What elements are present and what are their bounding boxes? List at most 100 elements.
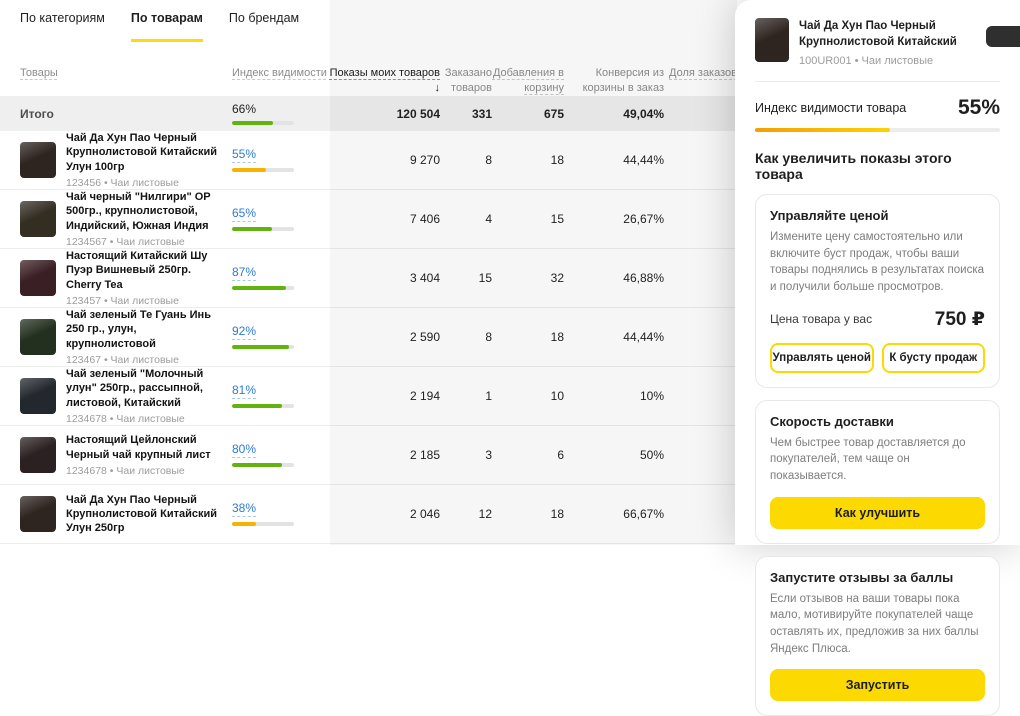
conversion-value: 46,88% [564,271,664,285]
visibility-bar [232,227,294,231]
ordered-value: 1 [440,389,492,403]
visibility-index-value: 55% [958,96,1000,120]
table-row[interactable]: Чай зеленый Те Гуань Инь 250 гр., улун, … [0,308,737,367]
added-header-label[interactable]: Добавления в корзину [493,67,564,94]
column-header-products[interactable]: Товары [20,66,232,81]
conversion-value: 50% [564,448,664,462]
price-row: Цена товара у вас 750 ₽ [770,308,985,331]
improve-delivery-button[interactable]: Как улучшить [770,497,985,529]
visibility-cell: 92% [232,325,328,348]
visibility-cell: 38% [232,502,328,525]
impressions-value: 9 270 [328,153,440,167]
impressions-value: 3 404 [328,271,440,285]
visibility-cell: 81% [232,384,328,407]
visibility-index-row: Индекс видимости товара 55% [755,96,1000,120]
visibility-link[interactable]: 38% [232,502,256,516]
column-header-conversion[interactable]: Конверсия из корзины в заказ [564,66,664,96]
product-title: Чай зеленый "Молочный улун" 250гр., расс… [66,367,220,410]
table-row[interactable]: Настоящий Китайский Шу Пуэр Вишневый 250… [0,249,737,308]
conversion-value: 44,44% [564,153,664,167]
visibility-link[interactable]: 65% [232,207,256,221]
visibility-link[interactable]: 80% [232,443,256,457]
visibility-link[interactable]: 81% [232,384,256,398]
table-row[interactable]: Чай Да Хун Пао Черный Крупнолистовой Кит… [0,131,737,190]
visibility-link[interactable]: 55% [232,148,256,162]
impressions-value: 2 185 [328,448,440,462]
product-details-panel: Чай Да Хун Пао Черный Крупнолистовой Кит… [735,0,1020,545]
table-header-row: Товары Индекс видимости Показы моих това… [0,54,737,96]
product-thumbnail [20,496,56,532]
panel-product-title: Чай Да Хун Пао Черный Крупнолистовой Кит… [799,18,960,51]
table-row[interactable]: Чай зеленый "Молочный улун" 250гр., расс… [0,367,737,426]
visibility-link[interactable]: 87% [232,266,256,280]
delivery-card: Скорость доставки Чем быстрее товар дост… [755,400,1000,544]
added-value: 10 [492,389,564,403]
products-header-label[interactable]: Товары [20,67,58,79]
reviews-card: Запустите отзывы за баллы Если отзывов н… [755,556,1000,716]
share-header-label[interactable]: Доля заказов [669,67,737,79]
column-header-ordered[interactable]: Заказано товаров [440,66,492,96]
total-impressions-value: 120 504 [328,107,440,121]
ordered-value: 12 [440,507,492,521]
panel-handle-button[interactable] [986,26,1020,47]
impressions-header-label[interactable]: Показы моих товаров [330,67,440,79]
visibility-cell: 80% [232,443,328,466]
tab-by-categories[interactable]: По категориям [20,11,105,42]
start-reviews-button[interactable]: Запустить [770,669,985,701]
manage-price-button[interactable]: Управлять ценой [770,343,874,373]
panel-section-title: Как увеличить показы этого товара [755,150,1000,182]
added-value: 6 [492,448,564,462]
ordered-value: 8 [440,330,492,344]
reviews-card-text: Если отзывов на ваши товары пока мало, м… [770,591,985,658]
delivery-card-title: Скорость доставки [770,414,985,429]
product-cell: Чай черный "Нилгири" ОР 500гр., крупноли… [20,190,232,248]
product-thumbnail [20,142,56,178]
ordered-value: 4 [440,212,492,226]
product-cell: Настоящий Цейлонский Черный чай крупный … [20,433,232,477]
visibility-cell: 55% [232,148,328,171]
product-cell: Чай зеленый Те Гуань Инь 250 гр., улун, … [20,308,232,366]
added-value: 32 [492,271,564,285]
product-title: Чай Да Хун Пао Черный Крупнолистовой Кит… [66,493,220,536]
product-thumbnail [20,201,56,237]
visibility-bar [232,522,294,526]
added-value: 18 [492,507,564,521]
visibility-progress-bar [755,128,1000,132]
visibility-cell: 65% [232,207,328,230]
visibility-link[interactable]: 92% [232,325,256,339]
product-thumbnail [20,378,56,414]
visibility-bar [232,404,294,408]
added-value: 15 [492,212,564,226]
conversion-value: 26,67% [564,212,664,226]
impressions-value: 2 590 [328,330,440,344]
price-value: 750 ₽ [935,308,985,331]
conversion-header-label[interactable]: Конверсия из корзины в заказ [583,67,664,94]
product-title: Чай зеленый Те Гуань Инь 250 гр., улун, … [66,308,220,351]
impressions-value: 2 194 [328,389,440,403]
total-ordered-value: 331 [440,107,492,121]
tab-by-products[interactable]: По товарам [131,11,203,42]
column-header-added[interactable]: Добавления в корзину [492,66,564,96]
column-header-visibility[interactable]: Индекс видимости [232,66,328,81]
product-cell: Чай Да Хун Пао Черный Крупнолистовой Кит… [20,493,232,536]
column-header-impressions[interactable]: Показы моих товаров ↓ [328,66,440,96]
product-title: Чай черный "Нилгири" ОР 500гр., крупноли… [66,190,220,233]
tab-by-brands[interactable]: По брендам [229,11,299,42]
product-thumbnail [20,260,56,296]
table-row[interactable]: Чай черный "Нилгири" ОР 500гр., крупноли… [0,190,737,249]
products-table: Товары Индекс видимости Показы моих това… [0,54,737,544]
product-cell: Настоящий Китайский Шу Пуэр Вишневый 250… [20,249,232,307]
price-label: Цена товара у вас [770,312,872,326]
panel-product-thumbnail [755,18,789,62]
boost-sales-button[interactable]: К бусту продаж [882,343,986,373]
visibility-cell: 87% [232,266,328,289]
added-value: 18 [492,330,564,344]
impressions-value: 2 046 [328,507,440,521]
table-row[interactable]: Чай Да Хун Пао Черный Крупнолистовой Кит… [0,485,737,544]
column-header-order-share[interactable]: Доля заказов [664,66,737,81]
visibility-header-label[interactable]: Индекс видимости [232,67,327,79]
conversion-value: 10% [564,389,664,403]
table-row[interactable]: Настоящий Цейлонский Черный чай крупный … [0,426,737,485]
visibility-progress-fill [755,128,890,132]
ordered-header-label[interactable]: Заказано товаров [445,67,492,94]
